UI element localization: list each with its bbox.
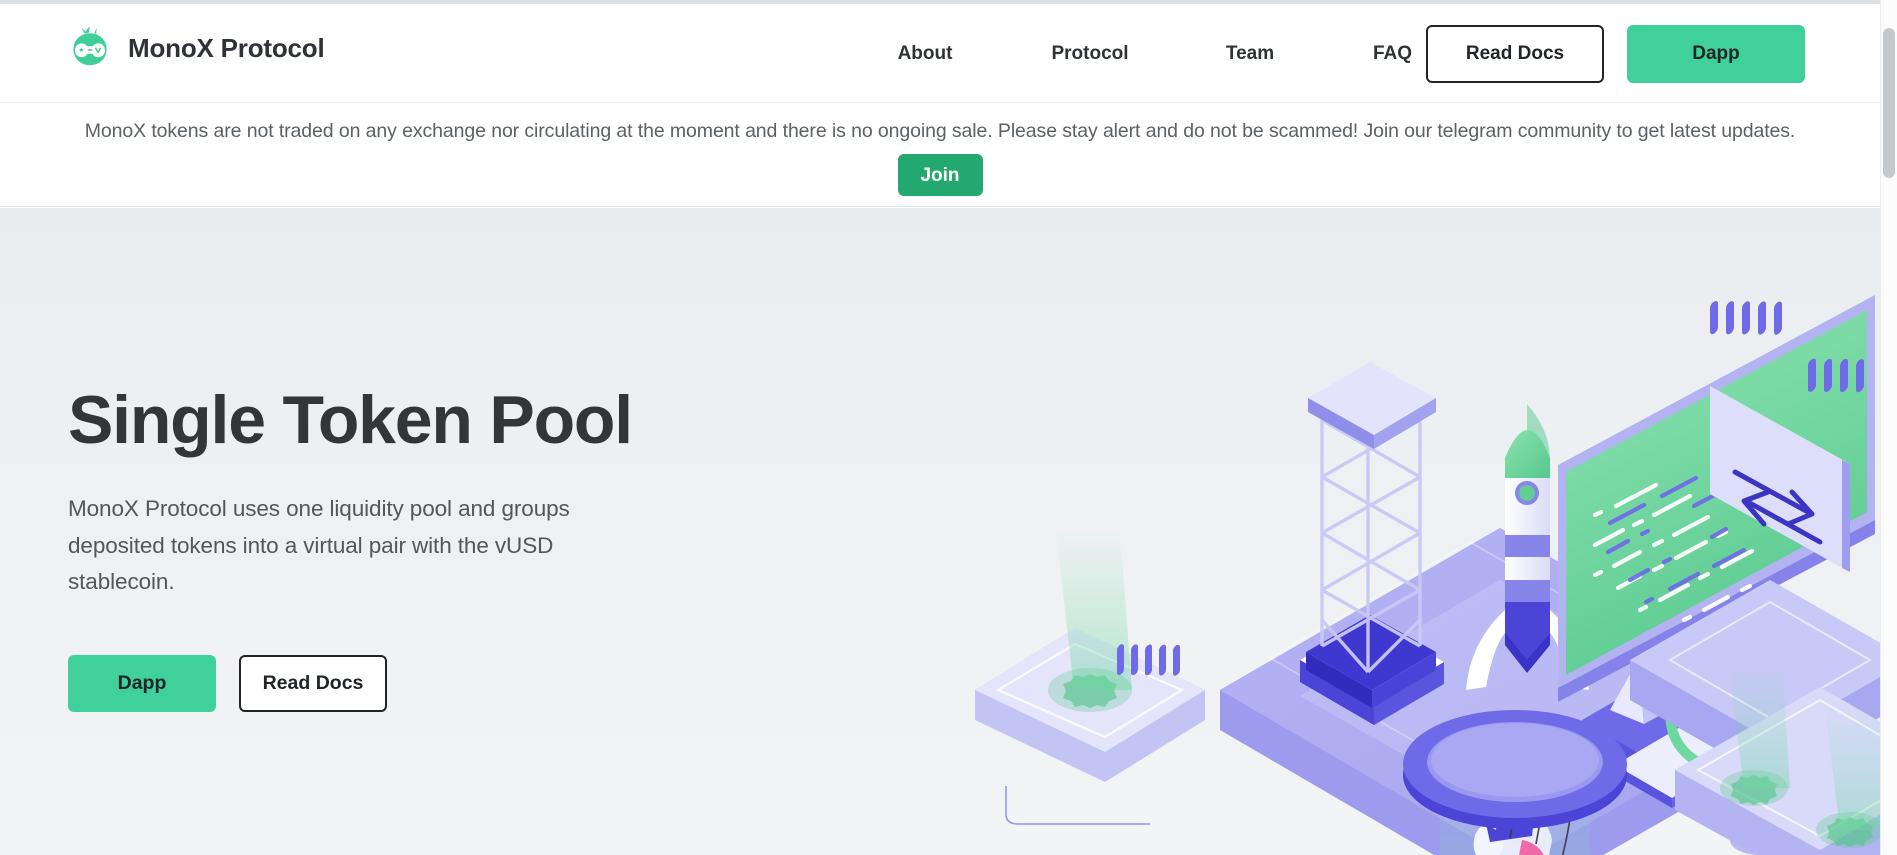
vertical-scrollbar-thumb[interactable] — [1883, 28, 1895, 178]
vertical-scrollbar-track[interactable] — [1880, 0, 1897, 855]
notice-join-button[interactable]: Join — [897, 154, 983, 197]
hero-subtitle: MonoX Protocol uses one liquidity pool a… — [68, 496, 570, 595]
brand-name: MonoX Protocol — [128, 32, 325, 63]
hero-section: Single Token Pool MonoX Protocol uses on… — [0, 208, 1880, 855]
hero-illustration — [970, 208, 1880, 855]
hero-read-docs-button[interactable]: Read Docs — [239, 654, 387, 712]
hero-dapp-button[interactable]: Dapp — [68, 654, 216, 712]
monox-monkey-logo-icon — [68, 26, 112, 70]
nav-link-about[interactable]: About — [845, 43, 1005, 65]
header-dapp-button[interactable]: Dapp — [1627, 24, 1805, 83]
header-actions: Read Docs Dapp — [1426, 4, 1805, 103]
hero-copy: Single Token Pool MonoX Protocol uses on… — [68, 382, 708, 712]
nav-link-team[interactable]: Team — [1175, 43, 1325, 65]
notice-join-wrap: Join — [0, 154, 1880, 197]
hero-title: Single Token Pool — [68, 382, 633, 458]
header-read-docs-button[interactable]: Read Docs — [1426, 24, 1604, 83]
hero-actions: Dapp Read Docs — [68, 654, 708, 712]
main-navigation: About Protocol Team FAQ — [845, 4, 1460, 103]
page-root: MonoX Protocol About Protocol Team FAQ R… — [0, 0, 1897, 855]
brand-link[interactable]: MonoX Protocol — [68, 26, 325, 70]
notice-banner: MonoX tokens are not traded on any excha… — [0, 104, 1880, 207]
notice-text: MonoX tokens are not traded on any excha… — [84, 120, 1796, 142]
site-header: MonoX Protocol About Protocol Team FAQ R… — [0, 4, 1880, 103]
nav-link-protocol[interactable]: Protocol — [1005, 43, 1175, 65]
